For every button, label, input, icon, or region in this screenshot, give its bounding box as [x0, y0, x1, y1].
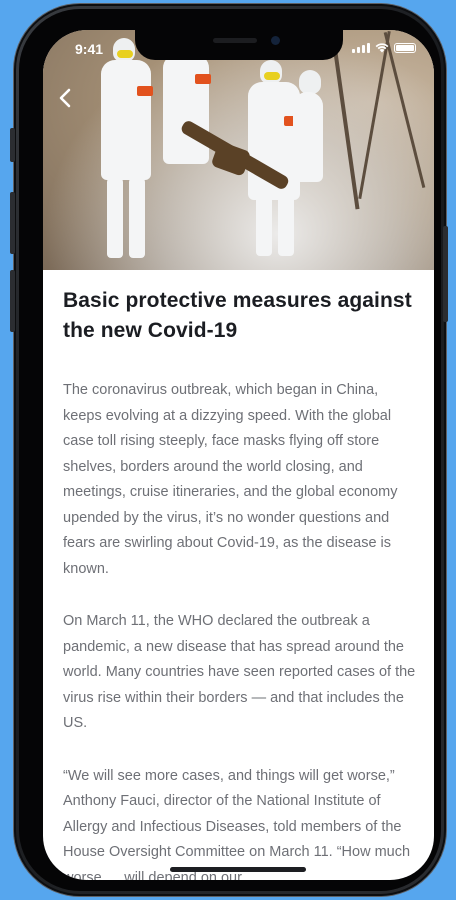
article-body: Basic protective measures against the ne… [63, 286, 418, 880]
tree-trunk [358, 31, 391, 199]
wifi-icon [375, 43, 389, 53]
chevron-left-icon [59, 88, 71, 108]
status-icons [352, 42, 416, 53]
battery-icon [394, 43, 416, 53]
tree-trunk [330, 30, 360, 210]
cellular-signal-icon [352, 43, 370, 53]
front-camera [271, 36, 280, 45]
back-button[interactable] [53, 84, 77, 112]
side-button [443, 226, 448, 322]
article-title: Basic protective measures against the ne… [63, 289, 412, 342]
article-paragraph: On March 11, the WHO declared the outbre… [63, 613, 416, 731]
article-paragraph: The coronavirus outbreak, which began in… [63, 382, 398, 577]
silent-switch [10, 128, 15, 162]
speaker [213, 38, 257, 43]
home-indicator[interactable] [170, 867, 306, 872]
notch [135, 30, 343, 60]
volume-down-button [10, 270, 15, 332]
tree-trunk [383, 32, 426, 188]
fogger-tank [210, 140, 252, 177]
screen: 9:41 Basic protective measures against t… [43, 30, 434, 880]
hero-image [43, 30, 434, 270]
article-paragraph: “We will see more cases, and things will… [63, 767, 411, 881]
volume-up-button [10, 192, 15, 254]
status-time: 9:41 [75, 41, 104, 57]
